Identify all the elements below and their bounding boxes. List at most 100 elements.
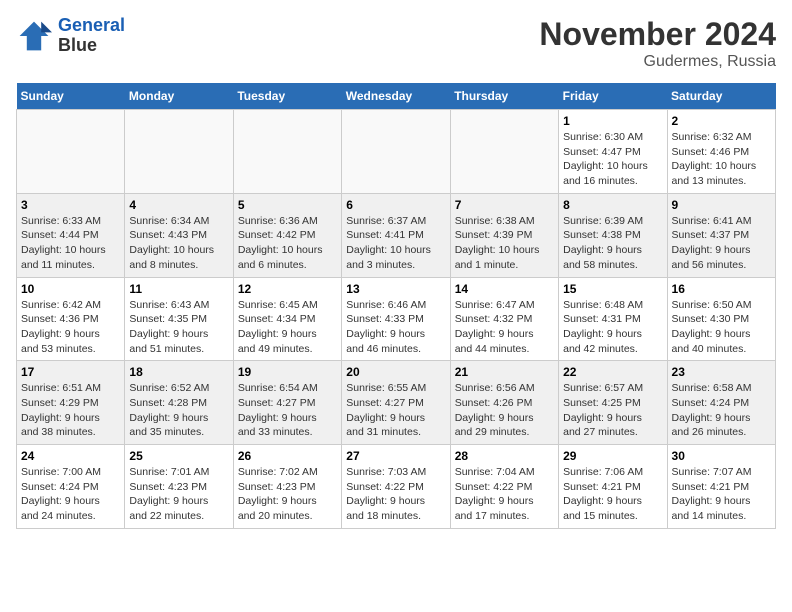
day-number: 5 bbox=[238, 198, 337, 212]
calendar-cell bbox=[233, 110, 341, 194]
day-number: 7 bbox=[455, 198, 554, 212]
day-info: Sunrise: 6:42 AMSunset: 4:36 PMDaylight:… bbox=[21, 298, 120, 357]
day-number: 11 bbox=[129, 282, 228, 296]
weekday-header: Friday bbox=[559, 83, 667, 110]
day-number: 19 bbox=[238, 365, 337, 379]
calendar-cell: 21 Sunrise: 6:56 AMSunset: 4:26 PMDayligh… bbox=[450, 361, 558, 445]
calendar-cell: 25 Sunrise: 7:01 AMSunset: 4:23 PMDayligh… bbox=[125, 445, 233, 529]
day-number: 1 bbox=[563, 114, 662, 128]
weekday-header: Saturday bbox=[667, 83, 775, 110]
day-info: Sunrise: 7:07 AMSunset: 4:21 PMDaylight:… bbox=[672, 465, 771, 524]
calendar-cell: 22 Sunrise: 6:57 AMSunset: 4:25 PMDayligh… bbox=[559, 361, 667, 445]
day-number: 17 bbox=[21, 365, 120, 379]
day-info: Sunrise: 6:41 AMSunset: 4:37 PMDaylight:… bbox=[672, 214, 771, 273]
day-info: Sunrise: 6:47 AMSunset: 4:32 PMDaylight:… bbox=[455, 298, 554, 357]
day-number: 30 bbox=[672, 449, 771, 463]
calendar-cell: 13 Sunrise: 6:46 AMSunset: 4:33 PMDayligh… bbox=[342, 277, 450, 361]
calendar-cell: 16 Sunrise: 6:50 AMSunset: 4:30 PMDayligh… bbox=[667, 277, 775, 361]
day-number: 22 bbox=[563, 365, 662, 379]
calendar-cell: 6Sunrise: 6:37 AMSunset: 4:41 PMDaylight… bbox=[342, 193, 450, 277]
day-info: Sunrise: 7:01 AMSunset: 4:23 PMDaylight:… bbox=[129, 465, 228, 524]
weekday-header: Sunday bbox=[17, 83, 125, 110]
day-number: 8 bbox=[563, 198, 662, 212]
day-info: Sunrise: 7:00 AMSunset: 4:24 PMDaylight:… bbox=[21, 465, 120, 524]
calendar-cell: 29Sunrise: 7:06 AMSunset: 4:21 PMDayligh… bbox=[559, 445, 667, 529]
day-info: Sunrise: 6:52 AMSunset: 4:28 PMDaylight:… bbox=[129, 381, 228, 440]
calendar-cell: 26 Sunrise: 7:02 AMSunset: 4:23 PMDayligh… bbox=[233, 445, 341, 529]
calendar-cell: 3 Sunrise: 6:33 AMSunset: 4:44 PMDaylight… bbox=[17, 193, 125, 277]
day-number: 28 bbox=[455, 449, 554, 463]
day-info: Sunrise: 6:51 AMSunset: 4:29 PMDaylight:… bbox=[21, 381, 120, 440]
day-number: 25 bbox=[129, 449, 228, 463]
calendar-cell: 9 Sunrise: 6:41 AMSunset: 4:37 PMDaylight… bbox=[667, 193, 775, 277]
day-info: Sunrise: 6:55 AMSunset: 4:27 PMDaylight:… bbox=[346, 381, 445, 440]
calendar-cell: 11 Sunrise: 6:43 AMSunset: 4:35 PMDayligh… bbox=[125, 277, 233, 361]
location: Gudermes, Russia bbox=[539, 53, 776, 71]
day-info: Sunrise: 6:57 AMSunset: 4:25 PMDaylight:… bbox=[563, 381, 662, 440]
calendar-cell: 20 Sunrise: 6:55 AMSunset: 4:27 PMDayligh… bbox=[342, 361, 450, 445]
logo-icon bbox=[16, 18, 52, 54]
logo-text: General Blue bbox=[58, 16, 125, 56]
day-info: Sunrise: 6:43 AMSunset: 4:35 PMDaylight:… bbox=[129, 298, 228, 357]
day-info: Sunrise: 6:38 AMSunset: 4:39 PMDaylight:… bbox=[455, 214, 554, 273]
day-info: Sunrise: 6:32 AMSunset: 4:46 PMDaylight:… bbox=[672, 130, 771, 189]
day-number: 20 bbox=[346, 365, 445, 379]
calendar-cell: 7 Sunrise: 6:38 AMSunset: 4:39 PMDaylight… bbox=[450, 193, 558, 277]
day-info: Sunrise: 6:56 AMSunset: 4:26 PMDaylight:… bbox=[455, 381, 554, 440]
day-info: Sunrise: 6:36 AMSunset: 4:42 PMDaylight:… bbox=[238, 214, 337, 273]
day-number: 26 bbox=[238, 449, 337, 463]
day-number: 24 bbox=[21, 449, 120, 463]
day-info: Sunrise: 6:50 AMSunset: 4:30 PMDaylight:… bbox=[672, 298, 771, 357]
day-info: Sunrise: 7:06 AMSunset: 4:21 PMDaylight:… bbox=[563, 465, 662, 524]
title-block: November 2024 Gudermes, Russia bbox=[539, 16, 776, 71]
calendar-cell bbox=[342, 110, 450, 194]
day-number: 2 bbox=[672, 114, 771, 128]
day-info: Sunrise: 6:58 AMSunset: 4:24 PMDaylight:… bbox=[672, 381, 771, 440]
calendar-cell: 14 Sunrise: 6:47 AMSunset: 4:32 PMDayligh… bbox=[450, 277, 558, 361]
calendar-cell: 4Sunrise: 6:34 AMSunset: 4:43 PMDaylight… bbox=[125, 193, 233, 277]
day-number: 23 bbox=[672, 365, 771, 379]
day-number: 3 bbox=[21, 198, 120, 212]
calendar-cell: 1 Sunrise: 6:30 AMSunset: 4:47 PMDaylight… bbox=[559, 110, 667, 194]
day-number: 21 bbox=[455, 365, 554, 379]
calendar-cell: 15 Sunrise: 6:48 AMSunset: 4:31 PMDayligh… bbox=[559, 277, 667, 361]
calendar-cell bbox=[450, 110, 558, 194]
calendar-cell: 27 Sunrise: 7:03 AMSunset: 4:22 PMDayligh… bbox=[342, 445, 450, 529]
weekday-header: Tuesday bbox=[233, 83, 341, 110]
day-info: Sunrise: 6:54 AMSunset: 4:27 PMDaylight:… bbox=[238, 381, 337, 440]
calendar-cell bbox=[125, 110, 233, 194]
calendar-cell: 18 Sunrise: 6:52 AMSunset: 4:28 PMDayligh… bbox=[125, 361, 233, 445]
page-header: General Blue November 2024 Gudermes, Rus… bbox=[16, 16, 776, 71]
day-info: Sunrise: 6:48 AMSunset: 4:31 PMDaylight:… bbox=[563, 298, 662, 357]
day-info: Sunrise: 6:37 AMSunset: 4:41 PMDaylight:… bbox=[346, 214, 445, 273]
day-info: Sunrise: 6:46 AMSunset: 4:33 PMDaylight:… bbox=[346, 298, 445, 357]
calendar-cell: 2 Sunrise: 6:32 AMSunset: 4:46 PMDaylight… bbox=[667, 110, 775, 194]
day-info: Sunrise: 6:39 AMSunset: 4:38 PMDaylight:… bbox=[563, 214, 662, 273]
calendar-cell bbox=[17, 110, 125, 194]
day-number: 16 bbox=[672, 282, 771, 296]
calendar-cell: 24 Sunrise: 7:00 AMSunset: 4:24 PMDayligh… bbox=[17, 445, 125, 529]
weekday-header: Monday bbox=[125, 83, 233, 110]
day-number: 14 bbox=[455, 282, 554, 296]
day-info: Sunrise: 7:02 AMSunset: 4:23 PMDaylight:… bbox=[238, 465, 337, 524]
day-info: Sunrise: 7:03 AMSunset: 4:22 PMDaylight:… bbox=[346, 465, 445, 524]
day-info: Sunrise: 6:33 AMSunset: 4:44 PMDaylight:… bbox=[21, 214, 120, 273]
day-info: Sunrise: 6:45 AMSunset: 4:34 PMDaylight:… bbox=[238, 298, 337, 357]
day-number: 9 bbox=[672, 198, 771, 212]
weekday-header: Thursday bbox=[450, 83, 558, 110]
calendar-cell: 17 Sunrise: 6:51 AMSunset: 4:29 PMDayligh… bbox=[17, 361, 125, 445]
day-number: 15 bbox=[563, 282, 662, 296]
day-info: Sunrise: 6:34 AMSunset: 4:43 PMDaylight:… bbox=[129, 214, 228, 273]
weekday-header: Wednesday bbox=[342, 83, 450, 110]
day-number: 13 bbox=[346, 282, 445, 296]
day-info: Sunrise: 7:04 AMSunset: 4:22 PMDaylight:… bbox=[455, 465, 554, 524]
day-number: 27 bbox=[346, 449, 445, 463]
calendar-cell: 10 Sunrise: 6:42 AMSunset: 4:36 PMDayligh… bbox=[17, 277, 125, 361]
day-info: Sunrise: 6:30 AMSunset: 4:47 PMDaylight:… bbox=[563, 130, 662, 189]
day-number: 18 bbox=[129, 365, 228, 379]
calendar-cell: 5 Sunrise: 6:36 AMSunset: 4:42 PMDaylight… bbox=[233, 193, 341, 277]
calendar-cell: 28 Sunrise: 7:04 AMSunset: 4:22 PMDayligh… bbox=[450, 445, 558, 529]
calendar: SundayMondayTuesdayWednesdayThursdayFrid… bbox=[16, 83, 776, 529]
calendar-cell: 19 Sunrise: 6:54 AMSunset: 4:27 PMDayligh… bbox=[233, 361, 341, 445]
day-number: 10 bbox=[21, 282, 120, 296]
